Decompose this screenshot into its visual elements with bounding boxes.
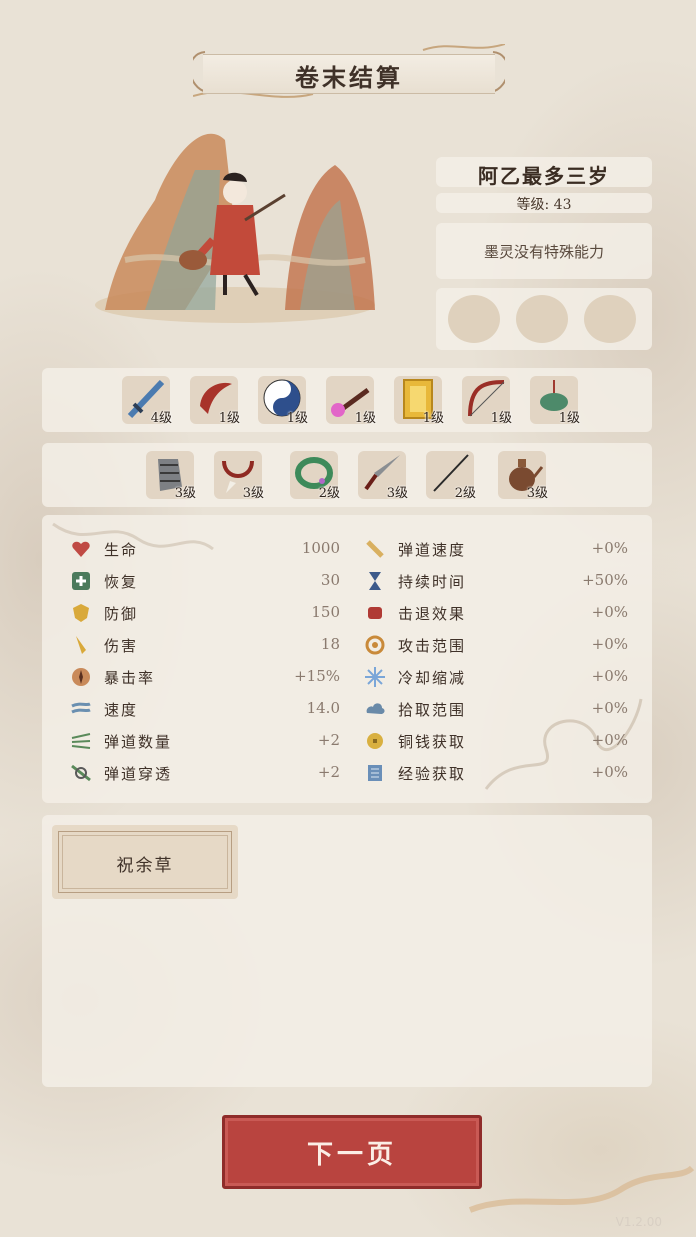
snowflake-icon [365, 667, 385, 687]
item-slot[interactable]: 4级 [118, 372, 174, 428]
item-slot[interactable]: 2级 [286, 447, 342, 503]
stat-row: 弹道速度 +0% [364, 537, 628, 561]
empty-slot [448, 295, 500, 343]
blessing-item-label: 祝余草 [116, 856, 174, 876]
blade-icon [76, 636, 86, 654]
item-slot[interactable]: 1级 [458, 372, 514, 428]
arrows-icon [71, 733, 91, 749]
item-level: 3级 [526, 486, 548, 501]
item-level: 1级 [422, 411, 444, 426]
title-banner: 卷末结算 [193, 44, 505, 98]
stat-row: 铜钱获取 +0% [364, 729, 628, 753]
stat-row: 暴击率 +15% [70, 665, 340, 689]
character-name: 阿乙最多三岁 [478, 164, 610, 188]
character-level-panel: 等级: 43 [436, 193, 652, 213]
stat-row: 防御 150 [70, 601, 340, 625]
stat-row: 持续时间 +50% [364, 569, 628, 593]
character-level: 等级: 43 [516, 197, 572, 213]
coin-icon [367, 733, 383, 749]
stat-row: 经验获取 +0% [364, 761, 628, 785]
stats-panel: 生命 1000 恢复 30 防御 150 伤害 18 暴击率 +15% 速度 14.0 弹道… [42, 515, 652, 803]
item-slot[interactable]: 1级 [186, 372, 242, 428]
item-level: 3级 [242, 486, 264, 501]
item-level: 1级 [218, 411, 240, 426]
item-level: 2级 [318, 486, 340, 501]
page-title: 卷末结算 [295, 63, 403, 92]
hourglass-icon [369, 572, 381, 590]
item-slot[interactable]: 3级 [142, 447, 198, 503]
stat-row: 速度 14.0 [70, 697, 340, 721]
item-level: 4级 [150, 411, 172, 426]
accessory-row: 3级 3级 2级 3级 2级 3级 [42, 443, 652, 507]
cloud-icon [366, 703, 385, 714]
stat-row: 弹道穿透 +2 [70, 761, 340, 785]
stat-row: 恢复 30 [70, 569, 340, 593]
ability-description: 墨灵没有特殊能力 [483, 243, 604, 261]
item-slot[interactable]: 1级 [390, 372, 446, 428]
stat-row: 拾取范围 +0% [364, 697, 628, 721]
item-slot[interactable]: 1级 [526, 372, 582, 428]
scroll-icon [368, 765, 382, 781]
weapon-row: 4级 1级 1级 1级 1级 1级 1级 [42, 368, 652, 432]
stat-row: 冷却缩减 +0% [364, 665, 628, 689]
empty-slot [584, 295, 636, 343]
item-level: 1级 [558, 411, 580, 426]
character-name-panel: 阿乙最多三岁 [436, 157, 652, 188]
pierce-icon [71, 764, 91, 782]
empty-slot [516, 295, 568, 343]
next-page-button[interactable]: 下一页 [222, 1115, 482, 1189]
item-slot[interactable]: 2级 [422, 447, 478, 503]
cloud-ornament-icon [468, 1165, 695, 1213]
fist-icon [368, 607, 382, 619]
empty-slot-panel [436, 288, 652, 350]
shield-icon [73, 604, 89, 622]
item-level: 1级 [354, 411, 376, 426]
stat-row: 攻击范围 +0% [364, 633, 628, 657]
next-page-label: 下一页 [306, 1140, 397, 1170]
spiral-icon [365, 635, 385, 655]
version-label: V1.2.00 [615, 1215, 662, 1229]
wind-icon [71, 702, 91, 714]
heart-icon [72, 541, 90, 557]
cloud-ornament-icon [52, 522, 214, 551]
character-portrait [85, 110, 385, 330]
item-slot[interactable]: 3级 [354, 447, 410, 503]
ability-panel: 墨灵没有特殊能力 [436, 223, 652, 279]
stat-row: 弹道数量 +2 [70, 729, 340, 753]
item-slot[interactable]: 3级 [210, 447, 266, 503]
item-level: 3级 [386, 486, 408, 501]
item-level: 2级 [454, 486, 476, 501]
stat-row: 击退效果 +0% [364, 601, 628, 625]
item-slot[interactable]: 3级 [494, 447, 550, 503]
stat-row: 伤害 18 [70, 633, 340, 657]
crit-star-icon [72, 668, 90, 686]
stat-row: 生命 1000 [70, 537, 340, 561]
item-slot[interactable]: 1级 [322, 372, 378, 428]
item-level: 3级 [174, 486, 196, 501]
item-slot[interactable]: 1级 [254, 372, 310, 428]
item-level: 1级 [286, 411, 308, 426]
projectile-speed-icon [366, 540, 384, 558]
heal-cross-icon [72, 572, 90, 590]
item-level: 1级 [490, 411, 512, 426]
blessing-item-button[interactable]: 祝余草 [52, 825, 238, 899]
